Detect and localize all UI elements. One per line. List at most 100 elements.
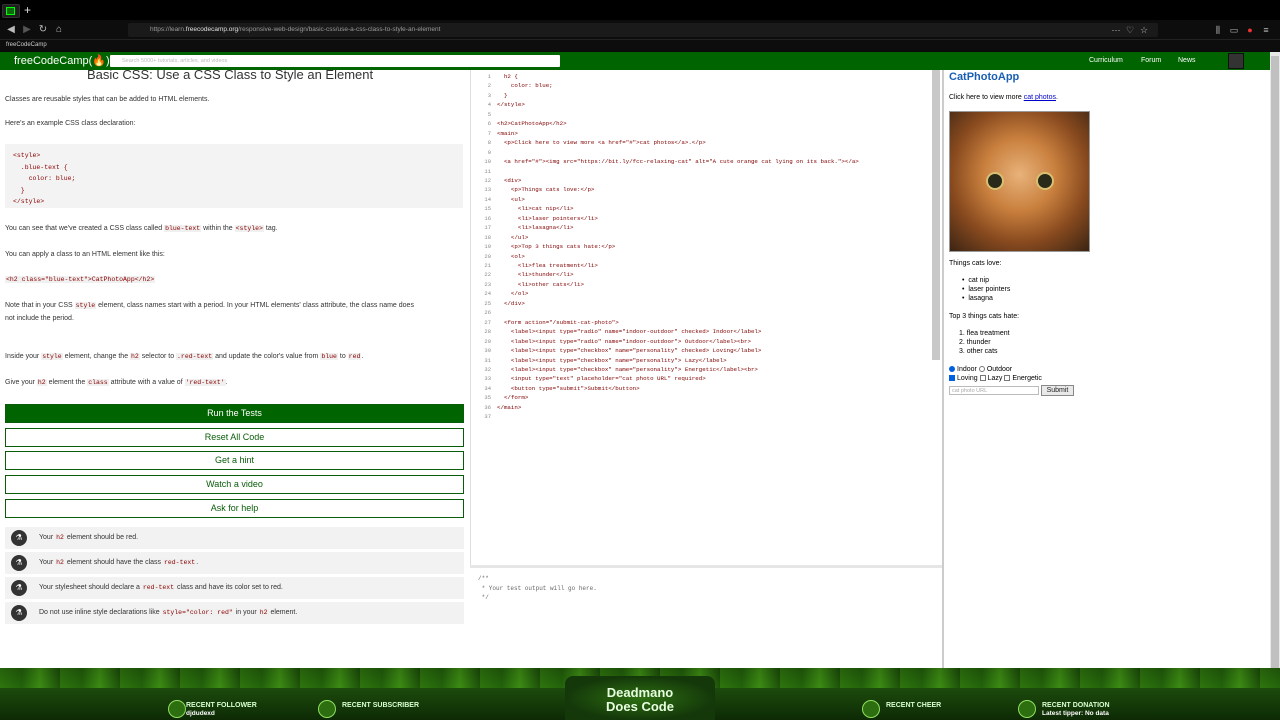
menu-icon[interactable]: ≡ [1260, 24, 1272, 36]
code-line[interactable]: <label><input type="checkbox" name="pers… [497, 356, 727, 366]
cat-photos-link[interactable]: cat photos [1024, 94, 1056, 101]
code-line[interactable]: <label><input type="radio" name="indoor-… [497, 337, 751, 347]
fcc-navbar: freeCodeCamp(🔥) Search 5000+ tutorials, … [0, 52, 1270, 70]
code-line[interactable]: <li>laser pointers</li> [497, 214, 598, 224]
code-line[interactable]: </main> [497, 403, 521, 413]
library-icon[interactable]: ⫼ [1212, 24, 1224, 36]
scrollbar-thumb[interactable] [1271, 56, 1279, 676]
code-line[interactable]: <label><input type="checkbox" name="pers… [497, 365, 758, 375]
lazy-checkbox[interactable] [979, 375, 986, 382]
code-line[interactable]: </form> [497, 393, 528, 403]
editor-scrollbar[interactable] [932, 70, 940, 360]
lesson-paragraph: Here's an example CSS class declaration: [5, 120, 136, 127]
line-number: 25 [484, 299, 491, 307]
home-icon[interactable]: ⌂ [52, 24, 66, 36]
code-line[interactable]: <p>Click here to view more <a href="#">c… [497, 138, 706, 148]
watch-video-button[interactable]: Watch a video [5, 475, 464, 494]
cat-eye [1036, 172, 1054, 190]
get-hint-button[interactable]: Get a hint [5, 451, 464, 470]
code-line[interactable]: <label><input type="radio" name="indoor-… [497, 327, 761, 337]
code-line[interactable]: </style> [497, 100, 525, 110]
code-line[interactable]: } [497, 91, 507, 101]
flask-icon: ⚗ [11, 555, 27, 571]
cat-url-input[interactable]: cat photo URL [949, 386, 1039, 395]
avatar[interactable] [1228, 53, 1244, 69]
code-line[interactable]: <p>Things cats love:</p> [497, 185, 595, 195]
nav-forum-link[interactable]: Forum [1141, 56, 1161, 66]
checkbox-row: Loving Lazy Energetic [949, 375, 1042, 382]
loving-checkbox[interactable] [949, 375, 955, 382]
line-number-gutter: 1 2 3 4 5 6 7 8 9 10 11 12 13 14 15 16 17 18 19 20 21 22 23 24 2… [471, 70, 493, 565]
reset-code-button[interactable]: Reset All Code [5, 428, 464, 447]
lesson-paragraph: Note that in your CSS style element, cla… [5, 302, 414, 309]
page-actions-icon[interactable]: ⋯ [1110, 24, 1122, 36]
code-line[interactable]: <li>thunder</li> [497, 270, 574, 280]
line-number: 27 [484, 318, 491, 326]
energetic-checkbox[interactable] [1004, 375, 1011, 382]
code-line[interactable]: </ul> [497, 233, 528, 243]
nav-curriculum-link[interactable]: Curriculum [1089, 56, 1123, 66]
code-line[interactable]: <a href="#"><img src="https://bit.ly/fcc… [497, 157, 859, 167]
page-scrollbar[interactable] [1270, 52, 1280, 690]
code-editor[interactable]: 1 2 3 4 5 6 7 8 9 10 11 12 13 14 15 16 17 18 19 20 21 22 23 24 2… [470, 70, 942, 565]
search-input[interactable]: Search 5000+ tutorials, articles, and vi… [110, 55, 560, 67]
code-line[interactable]: <p>Top 3 things cats hate:</p> [497, 242, 615, 252]
code-line[interactable]: <label><input type="checkbox" name="pers… [497, 346, 761, 356]
bookmark-freecodecamp[interactable]: freeCodeCamp [6, 42, 47, 48]
line-number: 22 [484, 271, 491, 279]
indoor-radio[interactable] [949, 366, 955, 373]
line-number: 28 [484, 328, 491, 336]
outdoor-radio[interactable] [978, 366, 985, 373]
code-line[interactable]: <li>cat nip</li> [497, 204, 574, 214]
code-line[interactable]: <li>other cats</li> [497, 280, 584, 290]
flask-icon: ⚗ [11, 530, 27, 546]
line-number: 3 [487, 91, 491, 99]
code-line[interactable]: <li>lasagna</li> [497, 223, 574, 233]
fcc-logo[interactable]: freeCodeCamp(🔥) [14, 54, 110, 68]
cat-eye [986, 172, 1004, 190]
recent-cheer-label: RECENT CHEER [886, 702, 942, 709]
line-number: 10 [484, 158, 491, 166]
line-number: 24 [484, 290, 491, 298]
back-icon[interactable]: ◀ [4, 24, 18, 36]
recent-follower-name: djdudexd [186, 710, 215, 717]
test-item: ⚗ Do not use inline style declarations li… [5, 602, 464, 624]
sidebar-icon[interactable]: ▭ [1228, 24, 1240, 36]
address-bar[interactable]: https://learn.freecodecamp.org/responsiv… [128, 23, 1158, 37]
code-line[interactable]: <ul> [497, 195, 525, 205]
flask-icon: ⚗ [11, 580, 27, 596]
nav-news-link[interactable]: News [1178, 56, 1196, 66]
recent-donation-value: Latest tipper: No data [1042, 710, 1109, 717]
code-line[interactable]: <form action="/submit-cat-photo"> [497, 318, 619, 328]
pocket-icon[interactable]: ♡ [1124, 24, 1136, 36]
line-number: 13 [484, 186, 491, 194]
code-line[interactable]: </div> [497, 299, 525, 309]
line-number: 5 [487, 110, 491, 118]
code-line[interactable]: <button type="submit">Submit</button> [497, 384, 640, 394]
preview-title: CatPhotoApp [949, 71, 1020, 83]
ask-help-button[interactable]: Ask for help [5, 499, 464, 518]
code-line[interactable]: color: blue; [497, 81, 553, 91]
submit-button[interactable]: Submit [1041, 385, 1074, 396]
list-item: 1. flea treatment [959, 330, 1010, 337]
code-line[interactable]: <input type="text" placeholder="cat phot… [497, 374, 706, 384]
code-line[interactable]: <div> [497, 176, 521, 186]
line-number: 8 [487, 139, 491, 147]
line-number: 30 [484, 347, 491, 355]
forward-icon[interactable]: ▶ [20, 24, 34, 36]
code-line[interactable]: <li>flea treatment</li> [497, 261, 598, 271]
code-line[interactable]: <main> [497, 129, 518, 139]
instruction-paragraph: Inside your style element, change the h2… [5, 353, 364, 360]
line-number: 1 [487, 73, 491, 80]
run-tests-button[interactable]: Run the Tests [5, 404, 464, 423]
code-line[interactable]: <h2>CatPhotoApp</h2> [497, 119, 567, 129]
new-tab-button[interactable]: + [24, 4, 31, 16]
reload-icon[interactable]: ↻ [36, 24, 50, 36]
code-line[interactable]: <ol> [497, 252, 525, 262]
code-line[interactable]: h2 { [497, 72, 518, 82]
url-domain: freecodecamp.org [185, 26, 239, 33]
code-line[interactable]: </ol> [497, 289, 528, 299]
bookmark-star-icon[interactable]: ☆ [1138, 24, 1150, 36]
cat-image[interactable] [949, 111, 1090, 252]
extension-icon[interactable]: ● [1244, 24, 1256, 36]
